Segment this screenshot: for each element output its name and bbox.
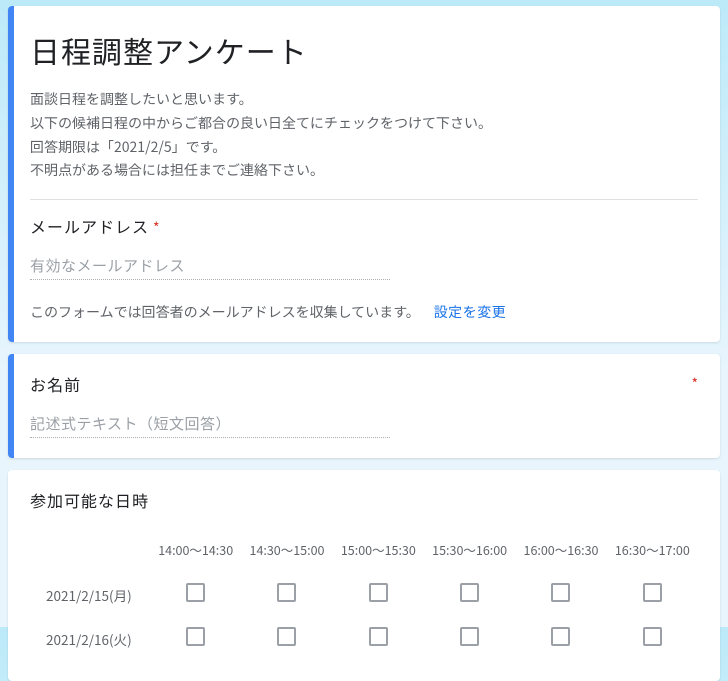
- form-description: 面談日程を調整したいと思います。 以下の候補日程の中からご都合の良い日全てにチェ…: [30, 88, 698, 183]
- form-header-card: 日程調整アンケート 面談日程を調整したいと思います。 以下の候補日程の中からご都…: [8, 6, 720, 342]
- availability-checkbox[interactable]: [460, 583, 479, 602]
- name-label: お名前: [30, 372, 698, 396]
- name-question-card: お名前 *: [8, 354, 720, 458]
- availability-checkbox[interactable]: [643, 583, 662, 602]
- required-star: *: [153, 218, 161, 238]
- date-row-label: 2021/2/16(火): [30, 617, 150, 661]
- date-row-label: 2021/2/15(月): [30, 573, 150, 617]
- email-input[interactable]: [30, 252, 390, 280]
- availability-checkbox[interactable]: [643, 627, 662, 646]
- availability-checkbox[interactable]: [277, 583, 296, 602]
- accent-bar: [8, 354, 14, 458]
- table-row: 2021/2/16(火): [30, 617, 698, 661]
- form-title: 日程調整アンケート: [30, 28, 698, 72]
- time-slot-header: 16:30～17:00: [607, 536, 698, 573]
- availability-grid: 14:00～14:30 14:30～15:00 15:00～15:30 15:3…: [30, 536, 698, 661]
- time-slot-header: 15:30～16:00: [424, 536, 515, 573]
- required-star: *: [691, 374, 698, 394]
- availability-checkbox[interactable]: [551, 583, 570, 602]
- change-settings-link[interactable]: 設定を変更: [434, 302, 507, 322]
- time-slot-header: 14:00～14:30: [150, 536, 241, 573]
- availability-checkbox[interactable]: [277, 627, 296, 646]
- availability-card: 参加可能な日時 14:00～14:30 14:30～15:00 15:00～15…: [8, 470, 720, 681]
- accent-bar: [8, 6, 14, 342]
- divider: [30, 199, 698, 200]
- availability-checkbox[interactable]: [369, 583, 388, 602]
- email-collection-notice: このフォームでは回答者のメールアドレスを収集しています。: [30, 302, 420, 322]
- availability-checkbox[interactable]: [186, 583, 205, 602]
- name-input[interactable]: [30, 410, 390, 438]
- availability-label: 参加可能な日時: [30, 488, 698, 512]
- time-slot-header: 16:00～16:30: [515, 536, 606, 573]
- table-row: 2021/2/15(月): [30, 573, 698, 617]
- time-slot-header: 14:30～15:00: [241, 536, 332, 573]
- availability-checkbox[interactable]: [460, 627, 479, 646]
- email-label-text: メールアドレス: [30, 214, 149, 238]
- availability-checkbox[interactable]: [551, 627, 570, 646]
- availability-checkbox[interactable]: [186, 627, 205, 646]
- time-slot-header: 15:00～15:30: [333, 536, 424, 573]
- availability-checkbox[interactable]: [369, 627, 388, 646]
- email-label: メールアドレス *: [30, 214, 161, 238]
